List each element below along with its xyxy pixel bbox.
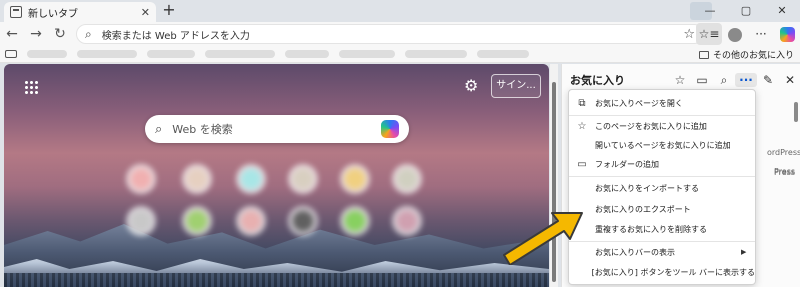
quick-link-tile[interactable] <box>392 206 422 236</box>
menu-item-remove-duplicates[interactable]: 重複するお気に入りを削除する <box>569 220 755 238</box>
menu-item-show-favorites-button[interactable]: [お気に入り] ボタンをツール バーに表示する <box>569 263 755 281</box>
favorite-item[interactable] <box>477 50 529 58</box>
apps-grid-icon[interactable] <box>24 80 38 94</box>
favorite-entry-text: ordPress <box>767 148 800 157</box>
window-controls: — ▢ ✕ <box>692 0 800 22</box>
menu-item-add-folder[interactable]: ▭ フォルダーの追加 <box>569 155 755 173</box>
favorites-bar: その他のお気に入り <box>0 46 800 63</box>
panel-scroll-thumb[interactable] <box>794 102 798 122</box>
address-bar[interactable]: ⌕ 検索または Web アドレスを入力 ☆ <box>76 24 704 44</box>
tab-title: 新しいタブ <box>28 8 78 20</box>
add-favorite-icon[interactable]: ☆ <box>669 73 691 87</box>
menu-item-label: お気に入りバーの表示 <box>595 247 675 257</box>
copilot-logo-icon <box>779 27 795 42</box>
folder-icon <box>698 50 709 59</box>
favorite-item[interactable] <box>285 50 329 58</box>
tab-new-tab[interactable]: 新しいタブ ✕ <box>4 2 156 22</box>
quick-link-tile[interactable] <box>236 164 266 194</box>
close-icon[interactable]: ✕ <box>779 73 800 87</box>
menu-divider <box>569 115 755 116</box>
forward-arrow-icon[interactable]: → <box>24 22 48 46</box>
open-external-icon: ⧉ <box>578 97 586 109</box>
back-arrow-icon[interactable]: ← <box>0 22 24 46</box>
favorites-bar-icon[interactable] <box>5 50 17 58</box>
search-icon: ⌕ <box>155 121 163 137</box>
menu-item-label: 重複するお気に入りを削除する <box>595 224 707 234</box>
add-folder-icon[interactable]: ▭ <box>691 73 713 87</box>
tab-strip: 新しいタブ ✕ + — ▢ ✕ <box>0 0 800 22</box>
navigation-toolbar: ← → ↻ ⌕ 検索または Web アドレスを入力 ☆ ☆≡ ··· <box>0 22 800 46</box>
more-options-icon[interactable]: ··· <box>735 73 757 87</box>
menu-item-show-favorites-bar[interactable]: お気に入りバーの表示 ▶ <box>569 243 755 261</box>
quick-link-tile[interactable] <box>236 206 266 236</box>
tab-close-icon[interactable]: ✕ <box>141 6 150 19</box>
favorite-item[interactable] <box>147 50 195 58</box>
favorites-more-menu: ⧉ お気に入りページを開く ☆ このページをお気に入りに追加 開いているページを… <box>568 89 756 285</box>
menu-item-label: フォルダーの追加 <box>595 159 659 169</box>
favorite-item[interactable] <box>205 50 275 58</box>
folder-add-icon: ▭ <box>577 158 587 170</box>
background-trees <box>4 273 549 287</box>
star-add-icon: ☆ <box>577 120 587 132</box>
close-window-button[interactable]: ✕ <box>764 0 800 22</box>
quick-link-tile[interactable] <box>182 206 212 236</box>
minimize-button[interactable]: — <box>692 0 728 22</box>
favorite-item[interactable] <box>405 50 467 58</box>
quick-link-tile[interactable] <box>288 206 318 236</box>
other-favorites-label: その他のお気に入り <box>712 51 794 61</box>
menu-item-label: お気に入りをインポートする <box>595 183 699 193</box>
menu-item-label: [お気に入り] ボタンをツール バーに表示する <box>591 267 755 277</box>
maximize-button[interactable]: ▢ <box>728 0 764 22</box>
quick-link-tile[interactable] <box>182 164 212 194</box>
address-input[interactable]: 検索または Web アドレスを入力 <box>102 27 684 42</box>
menu-item-add-this-page[interactable]: ☆ このページをお気に入りに追加 <box>569 117 755 135</box>
search-favorites-icon[interactable]: ⌕ <box>713 73 735 88</box>
new-tab-button[interactable]: + <box>160 1 178 19</box>
quick-link-tile[interactable] <box>392 164 422 194</box>
favorites-panel-title: お気に入り <box>570 74 625 87</box>
menu-item-add-open-pages[interactable]: 開いているページをお気に入りに追加 <box>569 136 755 154</box>
search-icon: ⌕ <box>85 26 92 41</box>
menu-divider <box>569 176 755 177</box>
other-favorites-button[interactable]: その他のお気に入り <box>698 48 794 61</box>
pin-icon[interactable]: ✎ <box>757 73 779 87</box>
new-tab-favicon-icon <box>10 6 22 18</box>
avatar <box>728 27 742 42</box>
menu-item-export-favorites[interactable]: お気に入りのエクスポート <box>569 200 755 218</box>
favorite-item[interactable] <box>339 50 395 58</box>
add-favorite-star-icon[interactable]: ☆ <box>683 27 695 42</box>
web-search-box[interactable]: ⌕ Web を検索 <box>145 115 409 143</box>
menu-item-label: このページをお気に入りに追加 <box>595 121 707 131</box>
menu-item-label: お気に入りのエクスポート <box>595 204 691 214</box>
quick-link-tile[interactable] <box>340 164 370 194</box>
copilot-icon[interactable] <box>381 120 399 138</box>
menu-item-import-favorites[interactable]: お気に入りをインポートする <box>569 179 755 197</box>
favorite-item[interactable] <box>77 50 137 58</box>
toolbar-right: ☆≡ ··· <box>696 22 800 46</box>
annotation-arrow-icon <box>503 212 583 265</box>
settings-more-icon[interactable]: ··· <box>748 23 774 45</box>
quick-link-tile[interactable] <box>340 206 370 236</box>
submenu-arrow-icon: ▶ <box>741 248 747 256</box>
sign-in-button[interactable]: サイン... <box>491 74 541 98</box>
quick-link-tile[interactable] <box>288 164 318 194</box>
quick-link-tile[interactable] <box>126 164 156 194</box>
menu-divider <box>569 241 755 242</box>
refresh-icon[interactable]: ↻ <box>48 22 72 46</box>
gear-icon[interactable]: ⚙ <box>464 76 478 95</box>
new-tab-page: ⚙ サイン... ⌕ Web を検索 <box>4 64 549 287</box>
quick-link-tile[interactable] <box>126 206 156 236</box>
web-search-input[interactable]: Web を検索 <box>172 121 381 137</box>
favorite-entry-text: Press <box>774 167 796 176</box>
copilot-icon[interactable] <box>774 23 800 45</box>
menu-item-open-favorites-page[interactable]: ⧉ お気に入りページを開く <box>569 94 755 112</box>
menu-item-label: 開いているページをお気に入りに追加 <box>595 140 731 150</box>
favorite-item[interactable] <box>27 50 67 58</box>
profile-avatar[interactable] <box>722 23 748 45</box>
favorites-hub-icon[interactable]: ☆≡ <box>696 23 722 45</box>
menu-item-label: お気に入りページを開く <box>595 98 683 108</box>
